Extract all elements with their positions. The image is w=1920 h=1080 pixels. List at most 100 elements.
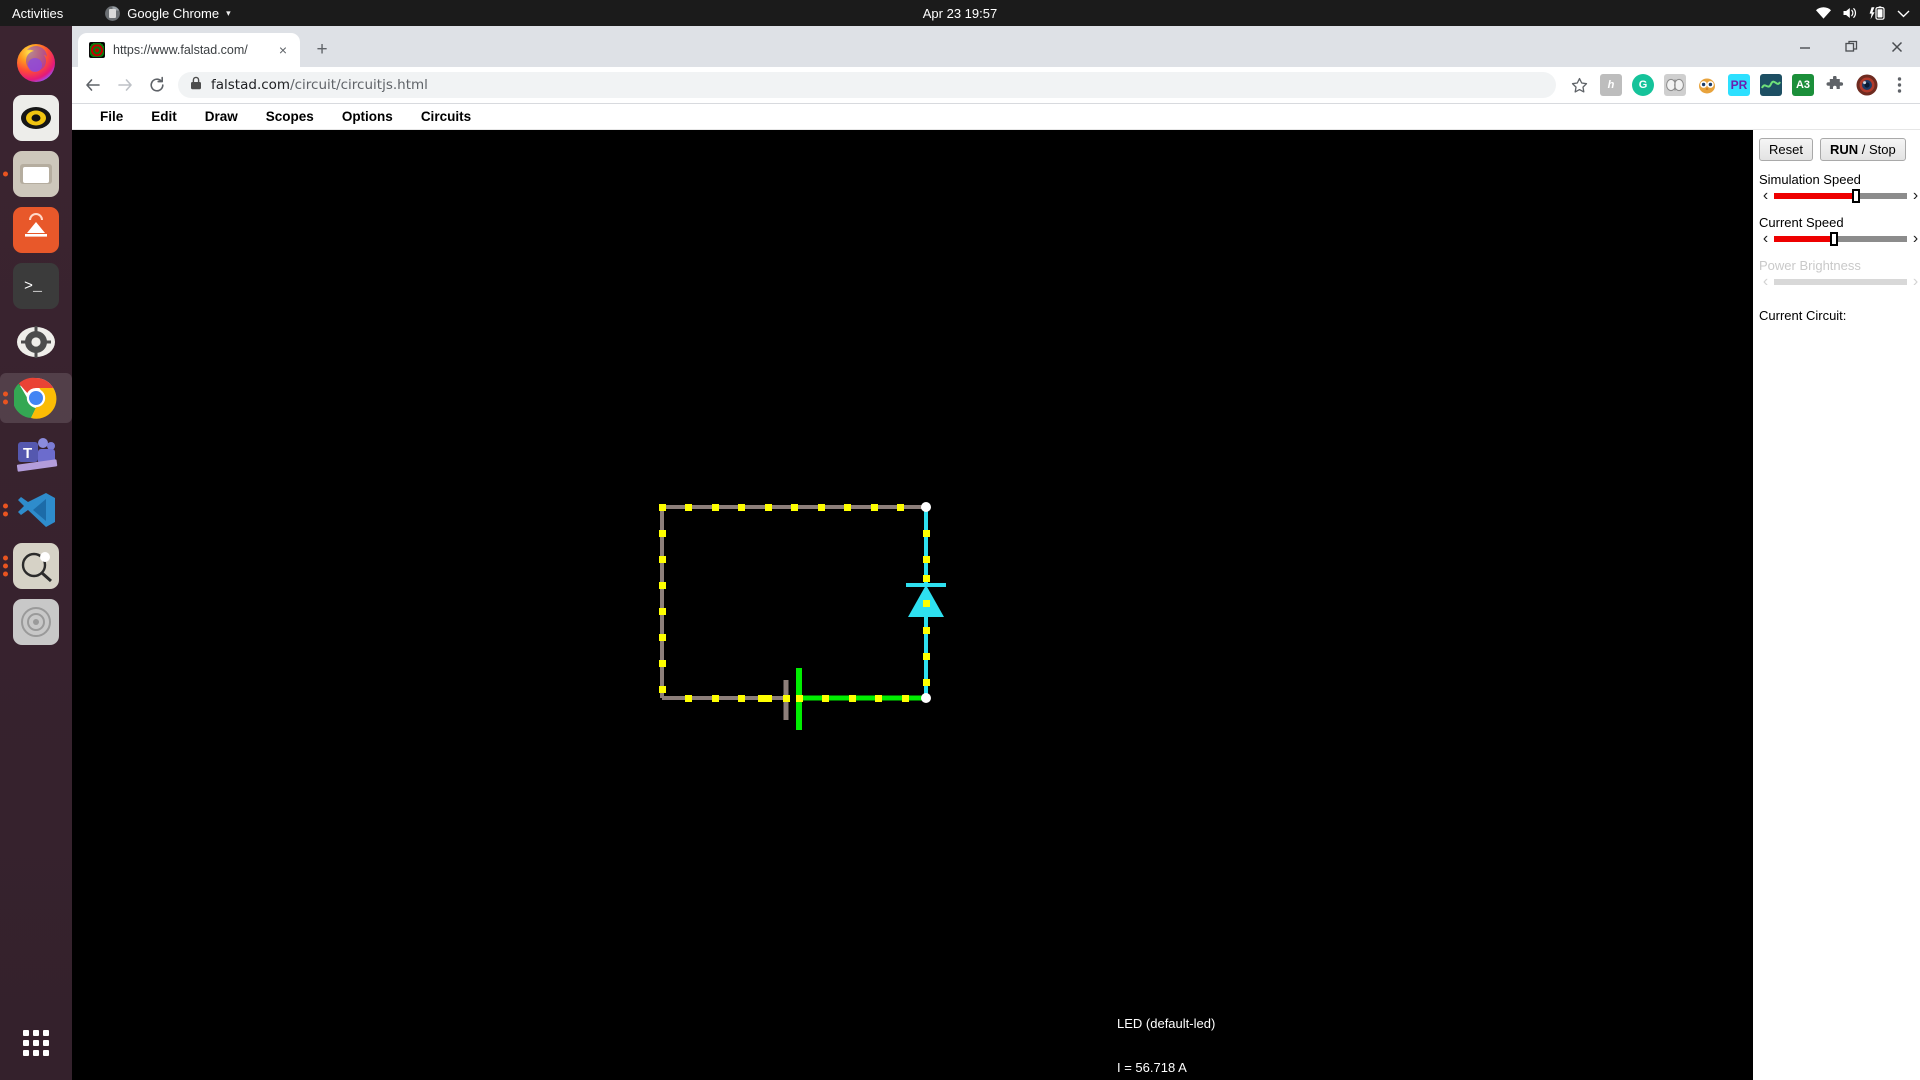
avatar-icon[interactable] [1856, 74, 1878, 96]
dock-item-teams[interactable]: T [0, 426, 72, 482]
app-menu-bar: File Edit Draw Scopes Options Circuits [72, 104, 1920, 130]
dock-item-firefox[interactable] [0, 34, 72, 90]
vscode-icon [13, 487, 59, 533]
magnifier-icon [13, 543, 59, 589]
power-brightness-label: Power Brightness [1759, 258, 1861, 273]
run-label: RUN [1829, 142, 1859, 157]
slider-fill [1774, 236, 1834, 242]
star-icon[interactable] [1564, 70, 1594, 100]
url-path: /circuit/circuitjs.html [290, 77, 428, 93]
slider-track[interactable] [1774, 232, 1907, 246]
back-button[interactable] [78, 70, 108, 100]
running-indicator [3, 555, 8, 577]
dock-item-magnifier[interactable] [0, 538, 72, 594]
tab-title: https://www.falstad.com/ [113, 43, 248, 57]
grammarly-icon[interactable]: G [1632, 74, 1654, 96]
lock-icon [190, 76, 202, 95]
current-dots [659, 504, 930, 702]
simulation-speed-label: Simulation Speed [1759, 172, 1861, 187]
forward-button[interactable] [110, 70, 140, 100]
run-stop-button[interactable]: RUN / Stop [1819, 138, 1906, 161]
menu-file[interactable]: File [86, 106, 137, 127]
browser-toolbar: falstad.com/circuit/circuitjs.html h G P… [72, 67, 1920, 104]
slider-fill [1774, 193, 1857, 199]
menu-edit[interactable]: Edit [137, 106, 191, 127]
chevron-left-icon: ‹ [1762, 273, 1769, 290]
dock-item-rhythmbox[interactable] [0, 90, 72, 146]
gnome-top-bar: Activities Google Chrome ▾ Apr 23 19:57 [0, 0, 1920, 26]
maximize-button[interactable] [1828, 26, 1874, 67]
disc-icon [13, 599, 59, 645]
dock-item-settings[interactable] [0, 314, 72, 370]
menu-circuits[interactable]: Circuits [407, 106, 485, 127]
svg-text:T: T [23, 445, 32, 462]
info-current: I = 56.718 A [1117, 1059, 1187, 1075]
activities-button[interactable]: Activities [12, 6, 63, 21]
power-brightness-slider: ‹ › [1759, 274, 1920, 290]
running-indicator [3, 171, 8, 177]
active-app-menu[interactable]: Google Chrome ▾ [105, 5, 231, 21]
system-tray[interactable] [1815, 0, 1910, 26]
current-speed-label: Current Speed [1759, 215, 1844, 230]
current-speed-slider[interactable]: ‹ › [1759, 231, 1920, 247]
dock-item-terminal[interactable]: >_ [0, 258, 72, 314]
reset-button[interactable]: Reset [1759, 138, 1813, 161]
software-store-icon [13, 207, 59, 253]
menu-options[interactable]: Options [328, 106, 407, 127]
simulation-speed-slider[interactable]: ‹ › [1759, 188, 1920, 204]
media-player-icon [13, 95, 59, 141]
ubuntu-dock: >_ T [0, 26, 72, 1080]
slider-track[interactable] [1774, 189, 1907, 203]
chevron-right-icon[interactable]: › [1909, 231, 1920, 247]
clock[interactable]: Apr 23 19:57 [0, 6, 1920, 21]
kebab-menu-icon[interactable] [1888, 74, 1910, 96]
close-button[interactable] [1874, 26, 1920, 67]
chevron-left-icon[interactable]: ‹ [1759, 188, 1772, 204]
wave-icon[interactable] [1760, 74, 1782, 96]
dock-item-vscode[interactable] [0, 482, 72, 538]
circuitjs-app: File Edit Draw Scopes Options Circuits L… [72, 104, 1920, 1080]
chevron-left-icon[interactable]: ‹ [1759, 231, 1772, 247]
stop-label: / Stop [1858, 142, 1896, 157]
running-indicator [3, 391, 8, 405]
browser-tab[interactable]: https://www.falstad.com/ × [78, 33, 300, 67]
url-domain: falstad.com [211, 77, 291, 93]
new-tab-button[interactable]: + [308, 36, 336, 64]
chevron-right-icon[interactable]: › [1909, 188, 1920, 204]
butterfly-icon[interactable] [1664, 74, 1686, 96]
tab-strip: https://www.falstad.com/ × + [72, 26, 1920, 67]
running-indicator [3, 503, 8, 517]
chrome-window: https://www.falstad.com/ × + falstad.com… [72, 26, 1920, 1080]
current-circuit-label: Current Circuit: [1759, 308, 1847, 323]
chrome-icon [13, 375, 59, 421]
svg-text:>_: >_ [24, 278, 43, 295]
dock-item-files[interactable] [0, 146, 72, 202]
dock-item-google-chrome[interactable] [0, 370, 72, 426]
address-bar[interactable]: falstad.com/circuit/circuitjs.html [178, 72, 1556, 98]
firefox-icon [13, 39, 59, 85]
close-icon[interactable]: × [274, 41, 292, 59]
dock-item-disks[interactable] [0, 594, 72, 650]
puzzle-icon[interactable] [1824, 74, 1846, 96]
avg-icon[interactable]: A3 [1792, 74, 1814, 96]
chevron-down-icon [1897, 9, 1910, 18]
reload-button[interactable] [142, 70, 172, 100]
honey-icon[interactable]: h [1600, 74, 1622, 96]
dock-item-ubuntu-software[interactable] [0, 202, 72, 258]
pr-icon[interactable]: PR [1728, 74, 1750, 96]
chevron-down-icon: ▾ [226, 7, 231, 18]
slider-knob[interactable] [1852, 189, 1861, 203]
chrome-icon [105, 5, 121, 21]
show-applications-button[interactable] [0, 1030, 72, 1056]
circuit-canvas[interactable]: LED (default-led) I = 56.718 A Vd = 5 V … [72, 130, 1753, 1080]
menu-scopes[interactable]: Scopes [252, 106, 328, 127]
window-controls [1782, 26, 1920, 67]
gear-icon [13, 319, 59, 365]
menu-draw[interactable]: Draw [191, 106, 252, 127]
battery-charging-icon [1869, 5, 1887, 21]
node-top-right [921, 502, 931, 512]
owl-icon[interactable] [1696, 74, 1718, 96]
slider-knob[interactable] [1829, 232, 1838, 246]
minimize-button[interactable] [1782, 26, 1828, 67]
selected-element-info: LED (default-led) I = 56.718 A Vd = 5 V … [1117, 987, 1215, 1080]
